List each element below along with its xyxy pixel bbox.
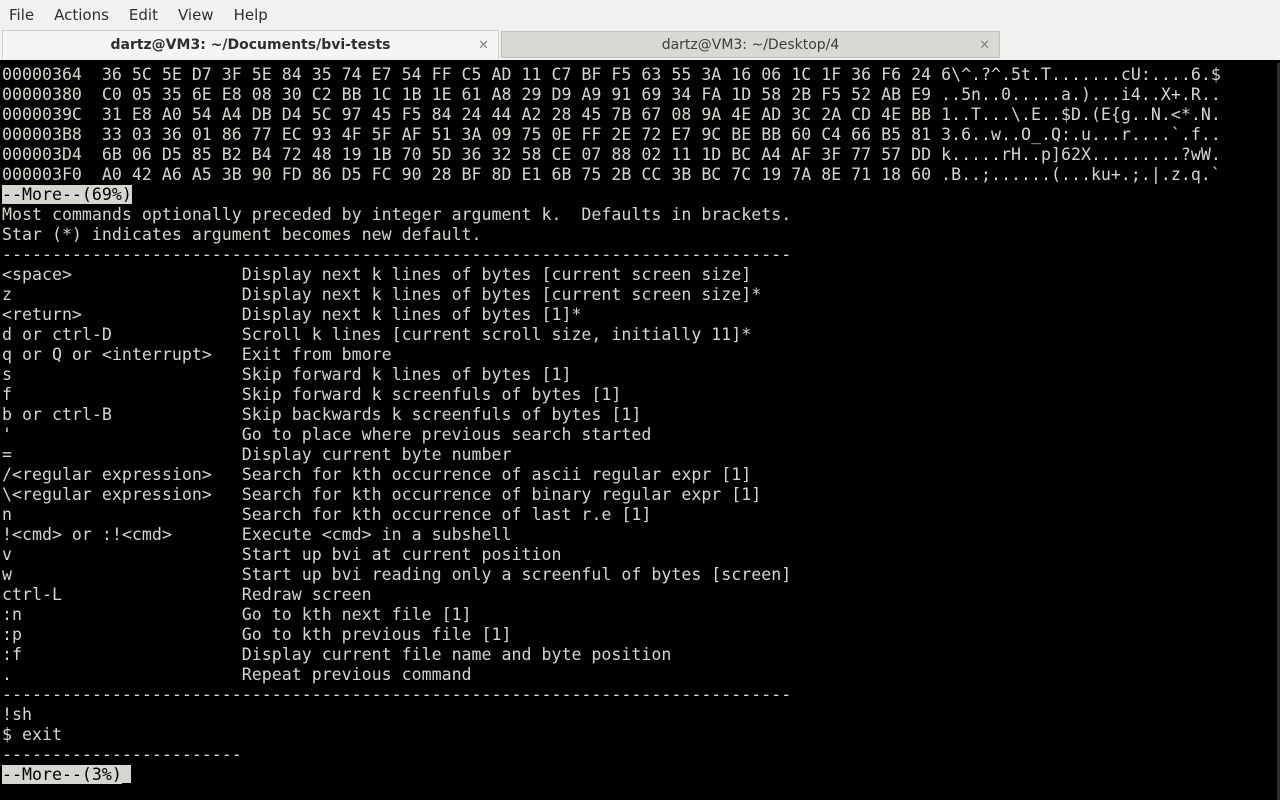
terminal-lines: 00000364 36 5C 5E D7 3F 5E 84 35 74 E7 5… bbox=[2, 65, 1221, 785]
more-prompt-label: --More--(69%) bbox=[2, 185, 132, 204]
terminal-line: <space> Display next k lines of bytes [c… bbox=[2, 265, 752, 284]
terminal-line: 00000380 C0 05 35 6E E8 08 30 C2 BB 1C 1… bbox=[2, 85, 1221, 104]
menu-bar: File Actions Edit View Help bbox=[0, 0, 1280, 30]
tab-bvi-tests[interactable]: dartz@VM3: ~/Documents/bvi-tests × bbox=[2, 30, 499, 59]
terminal-line: !sh bbox=[2, 705, 32, 724]
menu-edit[interactable]: Edit bbox=[119, 0, 168, 30]
terminal-line: f Skip forward k screenfuls of bytes [1] bbox=[2, 385, 622, 404]
terminal-line: n Search for kth occurrence of last r.e … bbox=[2, 505, 652, 524]
menu-file[interactable]: File bbox=[0, 0, 44, 30]
terminal-line: b or ctrl-B Skip backwards k screenfuls … bbox=[2, 405, 642, 424]
terminal-line: ' Go to place where previous search star… bbox=[2, 425, 652, 444]
terminal-line: <return> Display next k lines of bytes [… bbox=[2, 305, 582, 324]
terminal-line: d or ctrl-D Scroll k lines [current scro… bbox=[2, 325, 752, 344]
terminal-line: z Display next k lines of bytes [current… bbox=[2, 285, 762, 304]
terminal-line: 000003D4 6B 06 D5 85 B2 B4 72 48 19 1B 7… bbox=[2, 145, 1221, 164]
menu-view[interactable]: View bbox=[168, 0, 224, 30]
terminal-line: ----------------------------------------… bbox=[2, 685, 792, 704]
terminal-line: ctrl-L Redraw screen bbox=[2, 585, 372, 604]
terminal-line: 000003F0 A0 42 A6 A5 3B 90 FD 86 D5 FC 9… bbox=[2, 165, 1221, 184]
tab-title: dartz@VM3: ~/Documents/bvi-tests bbox=[110, 37, 391, 53]
terminal-line: q or Q or <interrupt> Exit from bmore bbox=[2, 345, 392, 364]
terminal-line: . Repeat previous command bbox=[2, 665, 472, 684]
menu-actions[interactable]: Actions bbox=[44, 0, 119, 30]
more-prompt: --More--(69%) bbox=[2, 185, 1221, 205]
terminal-line: 00000364 36 5C 5E D7 3F 5E 84 35 74 E7 5… bbox=[2, 65, 1221, 84]
terminal-line: :n Go to kth next file [1] bbox=[2, 605, 472, 624]
terminal-output[interactable]: 00000364 36 5C 5E D7 3F 5E 84 35 74 E7 5… bbox=[0, 63, 1280, 800]
tab-title: dartz@VM3: ~/Desktop/4 bbox=[661, 36, 840, 53]
terminal-line: !<cmd> or :!<cmd> Execute <cmd> in a sub… bbox=[2, 525, 512, 544]
terminal-line: = Display current byte number bbox=[2, 445, 512, 464]
more-prompt-label: --More--(3%) bbox=[2, 765, 122, 784]
cursor bbox=[121, 765, 131, 783]
terminal-line: Most commands optionally preceded by int… bbox=[2, 205, 792, 224]
more-prompt: --More--(3%) bbox=[2, 765, 1221, 785]
terminal-line: ------------------------ bbox=[2, 745, 242, 764]
terminal-line: 0000039C 31 E8 A0 54 A4 DB D4 5C 97 45 F… bbox=[2, 105, 1221, 124]
tab-bar: dartz@VM3: ~/Documents/bvi-tests × dartz… bbox=[0, 30, 1280, 60]
menu-help[interactable]: Help bbox=[224, 0, 278, 30]
close-icon[interactable]: × bbox=[979, 37, 990, 52]
tab-desktop-4[interactable]: dartz@VM3: ~/Desktop/4 × bbox=[501, 31, 1000, 58]
terminal-line: $ exit bbox=[2, 725, 62, 744]
terminal-line: s Skip forward k lines of bytes [1] bbox=[2, 365, 572, 384]
terminal-line: 000003B8 33 03 36 01 86 77 EC 93 4F 5F A… bbox=[2, 125, 1221, 144]
terminal-line: Star (*) indicates argument becomes new … bbox=[2, 225, 482, 244]
terminal-line: /<regular expression> Search for kth occ… bbox=[2, 465, 752, 484]
terminal-line: :f Display current file name and byte po… bbox=[2, 645, 672, 664]
terminal-line: ----------------------------------------… bbox=[2, 245, 792, 264]
terminal-line: w Start up bvi reading only a screenful … bbox=[2, 565, 792, 584]
close-icon[interactable]: × bbox=[478, 38, 489, 53]
terminal-line: \<regular expression> Search for kth occ… bbox=[2, 485, 762, 504]
terminal-line: :p Go to kth previous file [1] bbox=[2, 625, 512, 644]
terminal-line: v Start up bvi at current position bbox=[2, 545, 562, 564]
